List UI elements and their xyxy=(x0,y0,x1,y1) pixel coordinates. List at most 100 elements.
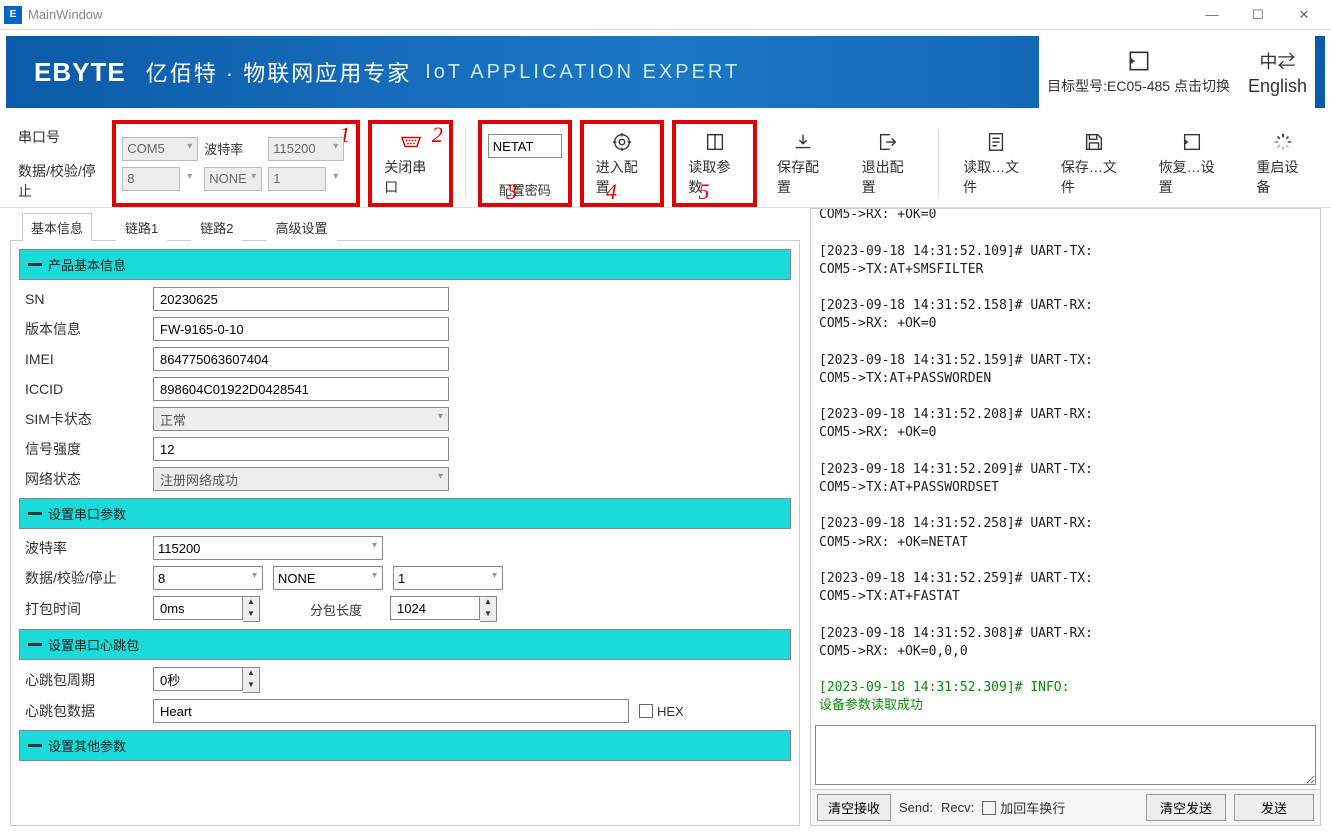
banner-tagline-cn: 亿佰特 · 物联网应用专家 xyxy=(146,56,412,88)
spin-up-icon[interactable]: ▲ xyxy=(243,668,259,680)
iccid-input[interactable] xyxy=(153,377,449,401)
serial-labels: 串口号 数据/校验/停止 xyxy=(10,120,104,207)
log-line: COM5->RX: +OK=0 xyxy=(819,424,1312,442)
read-params-button[interactable]: 读取参数 5 xyxy=(672,120,757,207)
log-line: [2023-09-18 14:31:52.209]# UART-TX: xyxy=(819,461,1312,479)
brand-logo: EBYTE EBYTE xyxy=(24,57,126,88)
banner-tagline-en: IoT APPLICATION EXPERT xyxy=(425,61,740,84)
log-line xyxy=(819,334,1312,352)
section-serial-param[interactable]: 设置串口参数 xyxy=(19,498,791,529)
log-line xyxy=(819,661,1312,679)
clear-send-button[interactable]: 清空发送 xyxy=(1146,794,1226,821)
clear-recv-button[interactable]: 清空接收 xyxy=(817,794,891,821)
baud2-select[interactable] xyxy=(153,536,383,560)
log-output[interactable]: [2023-09-18 14:31:52.108]# UART-RX:COM5-… xyxy=(811,209,1320,721)
close-serial-label: 关闭串口 xyxy=(384,157,437,197)
read-file-button[interactable]: 读取…文件 xyxy=(951,120,1041,207)
stop2-select[interactable] xyxy=(393,566,503,590)
book-icon xyxy=(703,131,727,153)
reboot-label: 重启设备 xyxy=(1256,157,1309,197)
port-label: 串口号 xyxy=(18,127,104,147)
config-password-input[interactable] xyxy=(488,134,562,158)
spin-up-icon[interactable]: ▲ xyxy=(243,597,259,609)
restore-button[interactable]: 恢复…设置 xyxy=(1147,120,1237,207)
tab-basic-info[interactable]: 基本信息 xyxy=(22,213,92,241)
log-line: COM5->TX:AT+PASSWORDSET xyxy=(819,479,1312,497)
packlen-input[interactable] xyxy=(390,596,480,620)
section-product-info[interactable]: 产品基本信息 xyxy=(19,249,791,280)
sim-status-select[interactable] xyxy=(153,407,449,431)
section-heartbeat[interactable]: 设置串口心跳包 xyxy=(19,629,791,660)
exit-icon xyxy=(876,131,900,153)
read-file-label: 读取…文件 xyxy=(963,157,1029,197)
right-panel: [2023-09-18 14:31:52.108]# UART-RX:COM5-… xyxy=(810,208,1321,826)
hex-checkbox[interactable]: HEX xyxy=(639,704,684,719)
crlf-checkbox[interactable]: 加回车换行 xyxy=(982,798,1065,817)
save-file-label: 保存…文件 xyxy=(1061,157,1127,197)
hbdata-input[interactable] xyxy=(153,699,629,723)
log-line: COM5->RX: +OK=0 xyxy=(819,315,1312,333)
close-button[interactable]: ✕ xyxy=(1281,1,1327,29)
close-serial-button[interactable]: 2 关闭串口 xyxy=(368,120,453,207)
tab-advanced[interactable]: 高级设置 xyxy=(266,213,336,241)
gear-icon xyxy=(610,131,634,153)
enter-config-button[interactable]: 进入配置 4 xyxy=(580,120,665,207)
tab-link1[interactable]: 链路1 xyxy=(116,213,167,241)
tab-content: 产品基本信息 SN 版本信息 IMEI ICCID SIM卡状态 信号强度 网络… xyxy=(10,241,800,826)
stopbits-select[interactable] xyxy=(268,167,326,191)
brand-text: EBYTE xyxy=(34,57,126,88)
packtime-input[interactable] xyxy=(153,596,243,620)
spin-up-icon[interactable]: ▲ xyxy=(480,597,496,609)
log-line: [2023-09-18 14:31:52.258]# UART-RX: xyxy=(819,515,1312,533)
databits-select[interactable] xyxy=(122,167,180,191)
parity2-select[interactable] xyxy=(273,566,383,590)
left-panel: 基本信息 链路1 链路2 高级设置 产品基本信息 SN 版本信息 IMEI IC… xyxy=(10,208,800,826)
hbperiod-spinner[interactable]: ▲▼ xyxy=(153,667,260,693)
log-line: COM5->TX:AT+PASSWORDEN xyxy=(819,370,1312,388)
hbperiod-label: 心跳包周期 xyxy=(25,670,143,690)
iccid-label: ICCID xyxy=(25,381,143,397)
imei-input[interactable] xyxy=(153,347,449,371)
save-file-button[interactable]: 保存…文件 xyxy=(1049,120,1139,207)
switch-icon xyxy=(1125,48,1153,74)
minimize-button[interactable]: — xyxy=(1189,1,1235,29)
parity-select[interactable] xyxy=(204,167,262,191)
hex-label: HEX xyxy=(657,704,684,719)
reboot-button[interactable]: 重启设备 xyxy=(1244,120,1321,207)
send-button[interactable]: 发送 xyxy=(1234,794,1314,821)
section-other[interactable]: 设置其他参数 xyxy=(19,730,791,761)
spin-down-icon[interactable]: ▼ xyxy=(480,609,496,621)
exit-config-label: 退出配置 xyxy=(862,157,915,197)
log-line: [2023-09-18 14:31:52.259]# UART-TX: xyxy=(819,570,1312,588)
spin-down-icon[interactable]: ▼ xyxy=(243,609,259,621)
packtime-label: 打包时间 xyxy=(25,599,143,619)
target-model-button[interactable]: 目标型号:EC05-485 点击切换 xyxy=(1047,48,1230,96)
sn-input[interactable] xyxy=(153,287,449,311)
tab-link2[interactable]: 链路2 xyxy=(191,213,242,241)
com-port-select[interactable] xyxy=(122,137,198,161)
log-line: COM5->RX: +OK=0,0,0 xyxy=(819,643,1312,661)
sn-label: SN xyxy=(25,291,143,307)
log-line: COM5->RX: +OK=NETAT xyxy=(819,534,1312,552)
hbdata-label: 心跳包数据 xyxy=(25,701,143,721)
send-textarea[interactable] xyxy=(815,725,1316,785)
data2-select[interactable] xyxy=(153,566,263,590)
version-input[interactable] xyxy=(153,317,449,341)
log-line xyxy=(819,443,1312,461)
save-config-label: 保存配置 xyxy=(777,157,830,197)
baud-label: 波特率 xyxy=(204,139,262,158)
exit-config-button[interactable]: 退出配置 xyxy=(850,120,927,207)
packlen-spinner[interactable]: ▲▼ xyxy=(390,596,497,622)
dps2-label: 数据/校验/停止 xyxy=(25,568,143,588)
config-password-group: 配置密码 3 xyxy=(478,120,572,207)
signal-input[interactable] xyxy=(153,437,449,461)
maximize-button[interactable]: ☐ xyxy=(1235,1,1281,29)
app-icon: E xyxy=(4,6,22,24)
spin-down-icon[interactable]: ▼ xyxy=(243,680,259,692)
hbperiod-input[interactable] xyxy=(153,667,243,691)
baud-select[interactable] xyxy=(268,137,344,161)
net-status-select[interactable] xyxy=(153,467,449,491)
packtime-spinner[interactable]: ▲▼ xyxy=(153,596,260,622)
language-button[interactable]: 中⇄ English xyxy=(1248,48,1307,97)
save-config-button[interactable]: 保存配置 xyxy=(765,120,842,207)
